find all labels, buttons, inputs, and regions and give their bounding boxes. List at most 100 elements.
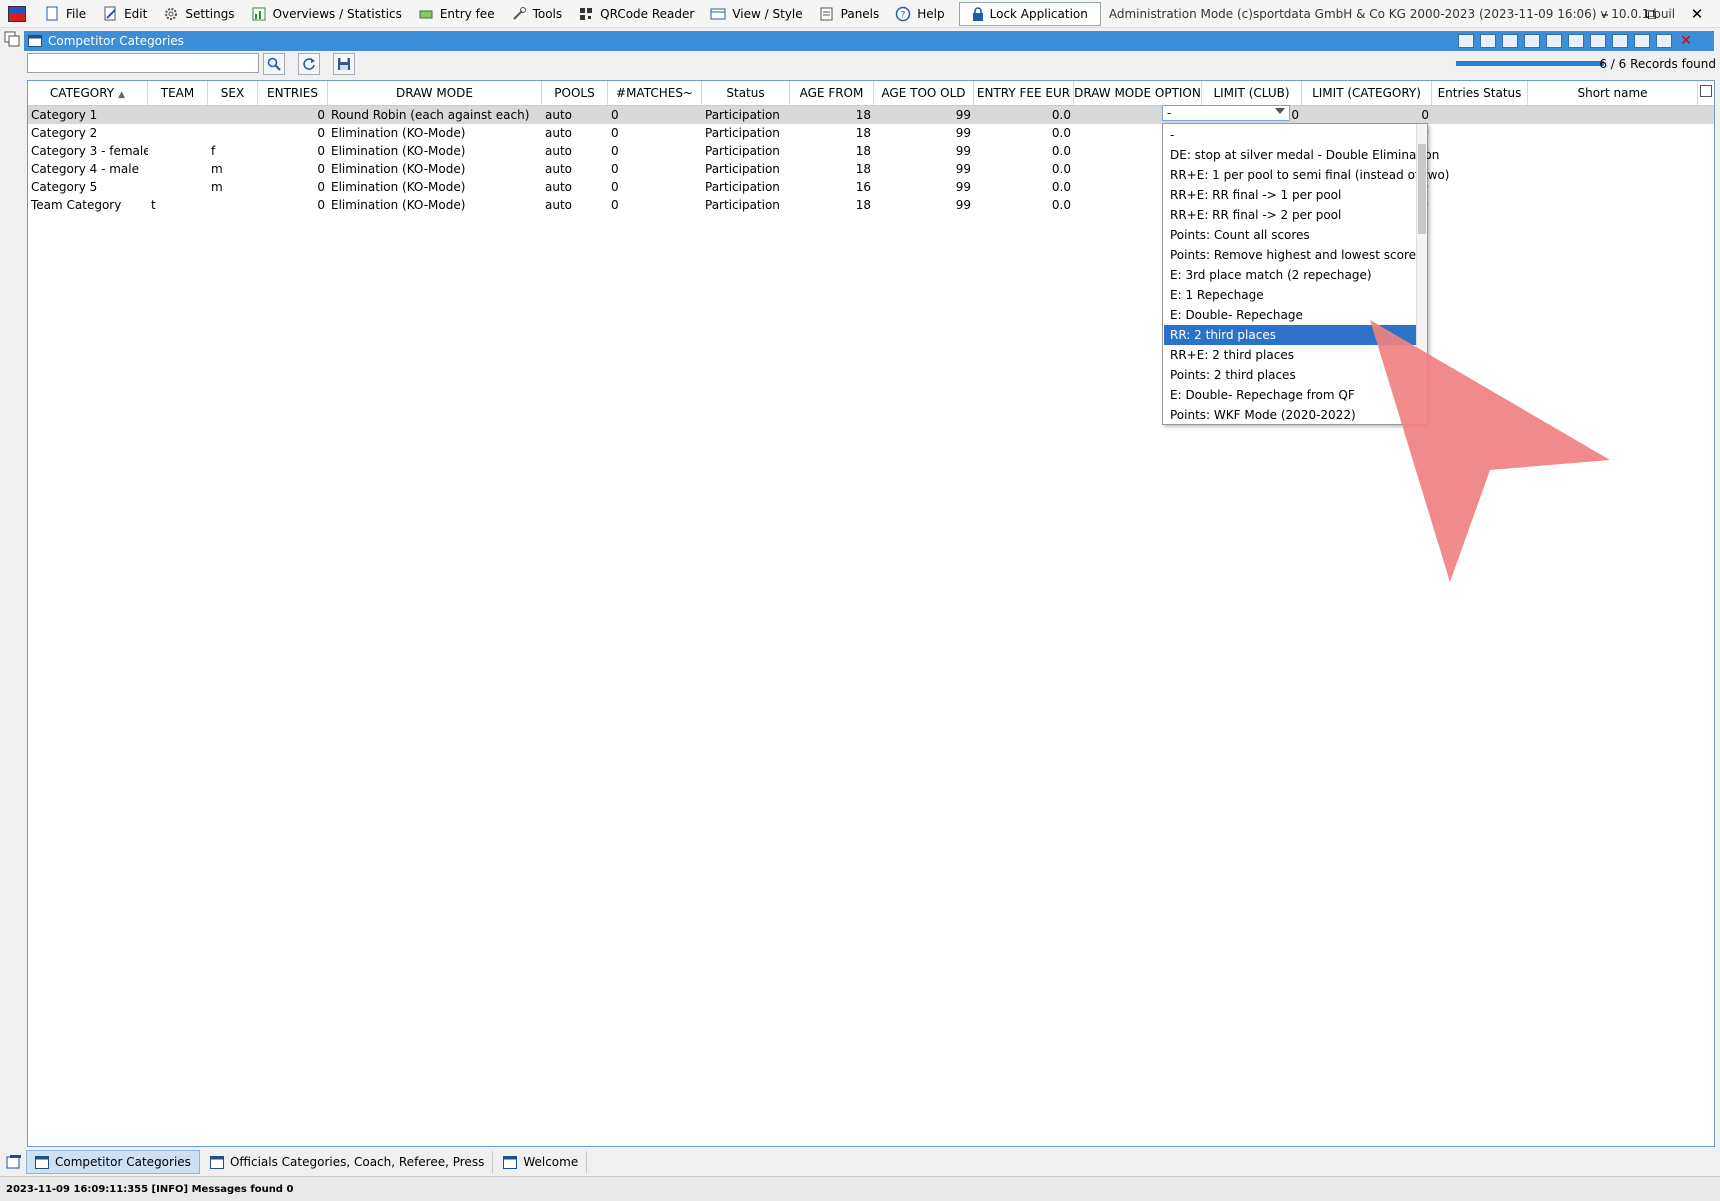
report-icon[interactable] bbox=[1612, 34, 1628, 48]
dropdown-option[interactable]: RR+E: RR final -> 2 per pool bbox=[1164, 205, 1417, 225]
chevron-down-icon[interactable] bbox=[1275, 108, 1285, 114]
menu-edit[interactable]: Edit bbox=[94, 1, 155, 27]
cell-draw-mode[interactable]: Round Robin (each against each) bbox=[328, 106, 542, 124]
cell-matches[interactable]: 0 bbox=[608, 178, 702, 196]
menu-view-style[interactable]: View / Style bbox=[702, 1, 810, 27]
cell-age-from[interactable]: 18 bbox=[790, 142, 874, 160]
restore-button[interactable]: ⧉ bbox=[1628, 0, 1674, 27]
cell-draw-mode[interactable]: Elimination (KO-Mode) bbox=[328, 178, 542, 196]
search-button[interactable] bbox=[263, 53, 285, 75]
refresh-button[interactable] bbox=[298, 53, 320, 75]
cell-age-from[interactable]: 18 bbox=[790, 196, 874, 214]
cell-sex[interactable]: f bbox=[208, 142, 258, 160]
cell-status[interactable]: Participation bbox=[702, 124, 790, 142]
menu-entry-fee[interactable]: Entry fee bbox=[410, 1, 503, 27]
table-row[interactable]: Category 5 m 0 Elimination (KO-Mode) auto 0 Pa… bbox=[28, 178, 1714, 196]
column-header-status[interactable]: Status bbox=[702, 81, 790, 105]
cell-category[interactable]: Team Category bbox=[28, 196, 148, 214]
scrollbar-thumb[interactable] bbox=[1418, 144, 1426, 234]
menu-tools[interactable]: Tools bbox=[503, 1, 571, 27]
cell-entry-fee[interactable]: 0.0 bbox=[974, 106, 1074, 124]
cell-category[interactable]: Category 5 bbox=[28, 178, 148, 196]
column-header-limit-category[interactable]: LIMIT (CATEGORY) bbox=[1302, 81, 1432, 105]
cell-draw-mode[interactable]: Elimination (KO-Mode) bbox=[328, 124, 542, 142]
list-view-icon[interactable] bbox=[1524, 34, 1540, 48]
grid-icon[interactable] bbox=[1634, 34, 1650, 48]
cell-team[interactable]: t bbox=[148, 196, 208, 214]
cell-entry-fee[interactable]: 0.0 bbox=[974, 178, 1074, 196]
cell-sex[interactable] bbox=[208, 196, 258, 214]
table-row[interactable]: Category 3 - female f 0 Elimination (KO-Mod… bbox=[28, 142, 1714, 160]
cell-team[interactable] bbox=[148, 106, 208, 124]
draw-mode-option-combo[interactable]: - bbox=[1162, 105, 1290, 121]
dropdown-option[interactable]: RR+E: RR final -> 1 per pool bbox=[1164, 185, 1417, 205]
table-row[interactable]: Team Category t 0 Elimination (KO-Mode) auto… bbox=[28, 196, 1714, 214]
form-view-icon[interactable] bbox=[1502, 34, 1518, 48]
column-header-sex[interactable]: SEX bbox=[208, 81, 258, 105]
column-header-draw-mode-option[interactable]: DRAW MODE OPTION bbox=[1074, 81, 1202, 105]
dropdown-option[interactable]: RR+E: 1 per pool to semi final (instead … bbox=[1164, 165, 1450, 185]
cell-age-too-old[interactable]: 99 bbox=[874, 142, 974, 160]
minimize-button[interactable]: – bbox=[1582, 0, 1628, 27]
cell-draw-mode[interactable]: Elimination (KO-Mode) bbox=[328, 196, 542, 214]
cell-team[interactable] bbox=[148, 178, 208, 196]
window-icon[interactable] bbox=[1656, 34, 1672, 48]
cell-pools[interactable]: auto bbox=[542, 142, 608, 160]
cell-limit-category[interactable]: 0 bbox=[1302, 106, 1432, 124]
close-window-button[interactable]: ✕ bbox=[1674, 0, 1720, 27]
paste-icon[interactable] bbox=[1480, 34, 1496, 48]
cell-age-too-old[interactable]: 99 bbox=[874, 124, 974, 142]
new-record-icon[interactable] bbox=[1458, 34, 1474, 48]
save-button[interactable] bbox=[333, 53, 355, 75]
cell-entries[interactable]: 0 bbox=[258, 142, 328, 160]
cell-age-too-old[interactable]: 99 bbox=[874, 106, 974, 124]
tabs-menu-icon[interactable] bbox=[6, 1154, 22, 1170]
column-header-age-too-old[interactable]: AGE TOO OLD bbox=[874, 81, 974, 105]
tab-officials-categories-coach-referee-press[interactable]: Officials Categories, Coach, Referee, Pr… bbox=[202, 1151, 494, 1173]
cell-age-too-old[interactable]: 99 bbox=[874, 160, 974, 178]
table-row[interactable]: Category 1 0 Round Robin (each against eac… bbox=[28, 106, 1714, 124]
column-header-pools[interactable]: POOLS bbox=[542, 81, 608, 105]
tab-competitor-categories[interactable]: Competitor Categories bbox=[26, 1150, 200, 1174]
menu-file[interactable]: File bbox=[36, 1, 94, 27]
menu-panels[interactable]: Panels bbox=[811, 1, 888, 27]
dropdown-option[interactable]: Points: Count all scores bbox=[1164, 225, 1417, 245]
cell-matches[interactable]: 0 bbox=[608, 106, 702, 124]
search-input[interactable] bbox=[27, 53, 259, 73]
cell-entries[interactable]: 0 bbox=[258, 160, 328, 178]
menu-help[interactable]: ? Help bbox=[887, 1, 952, 27]
dropdown-option[interactable]: - bbox=[1164, 125, 1417, 145]
cell-pools[interactable]: auto bbox=[542, 106, 608, 124]
cell-age-from[interactable]: 18 bbox=[790, 106, 874, 124]
cell-entries[interactable]: 0 bbox=[258, 106, 328, 124]
column-header-draw-mode[interactable]: DRAW MODE bbox=[328, 81, 542, 105]
cell-entries[interactable]: 0 bbox=[258, 124, 328, 142]
column-header-category[interactable]: CATEGORY ▲ bbox=[28, 81, 148, 105]
dropdown-option[interactable]: E: 3rd place match (2 repechage) bbox=[1164, 265, 1417, 285]
column-header-matches[interactable]: #MATCHES~ bbox=[608, 81, 702, 105]
categories-grid[interactable]: CATEGORY ▲ TEAM SEX ENTRIES DRAW MODE POOLS #MA… bbox=[27, 80, 1715, 1147]
columns-icon[interactable] bbox=[1568, 34, 1584, 48]
column-chooser-icon[interactable] bbox=[1700, 85, 1712, 97]
cell-entry-fee[interactable]: 0.0 bbox=[974, 142, 1074, 160]
cell-draw-mode[interactable]: Elimination (KO-Mode) bbox=[328, 160, 542, 178]
cell-team[interactable] bbox=[148, 142, 208, 160]
menu-overviews-statistics[interactable]: Overviews / Statistics bbox=[243, 1, 410, 27]
cell-age-from[interactable]: 18 bbox=[790, 124, 874, 142]
cell-status[interactable]: Participation bbox=[702, 106, 790, 124]
dropdown-option[interactable]: DE: stop at silver medal - Double Elimin… bbox=[1164, 145, 1439, 165]
close-panel-icon[interactable]: ✕ bbox=[1678, 34, 1694, 48]
cell-status[interactable]: Participation bbox=[702, 178, 790, 196]
column-header-team[interactable]: TEAM bbox=[148, 81, 208, 105]
cell-age-too-old[interactable]: 99 bbox=[874, 178, 974, 196]
cell-matches[interactable]: 0 bbox=[608, 124, 702, 142]
cell-team[interactable] bbox=[148, 124, 208, 142]
cell-entry-fee[interactable]: 0.0 bbox=[974, 160, 1074, 178]
cell-age-too-old[interactable]: 99 bbox=[874, 196, 974, 214]
cell-pools[interactable]: auto bbox=[542, 160, 608, 178]
column-header-entries[interactable]: ENTRIES bbox=[258, 81, 328, 105]
column-header-short-name[interactable]: Short name bbox=[1528, 81, 1698, 105]
cell-sex[interactable] bbox=[208, 106, 258, 124]
cell-category[interactable]: Category 2 bbox=[28, 124, 148, 142]
cell-category[interactable]: Category 3 - female bbox=[28, 142, 148, 160]
